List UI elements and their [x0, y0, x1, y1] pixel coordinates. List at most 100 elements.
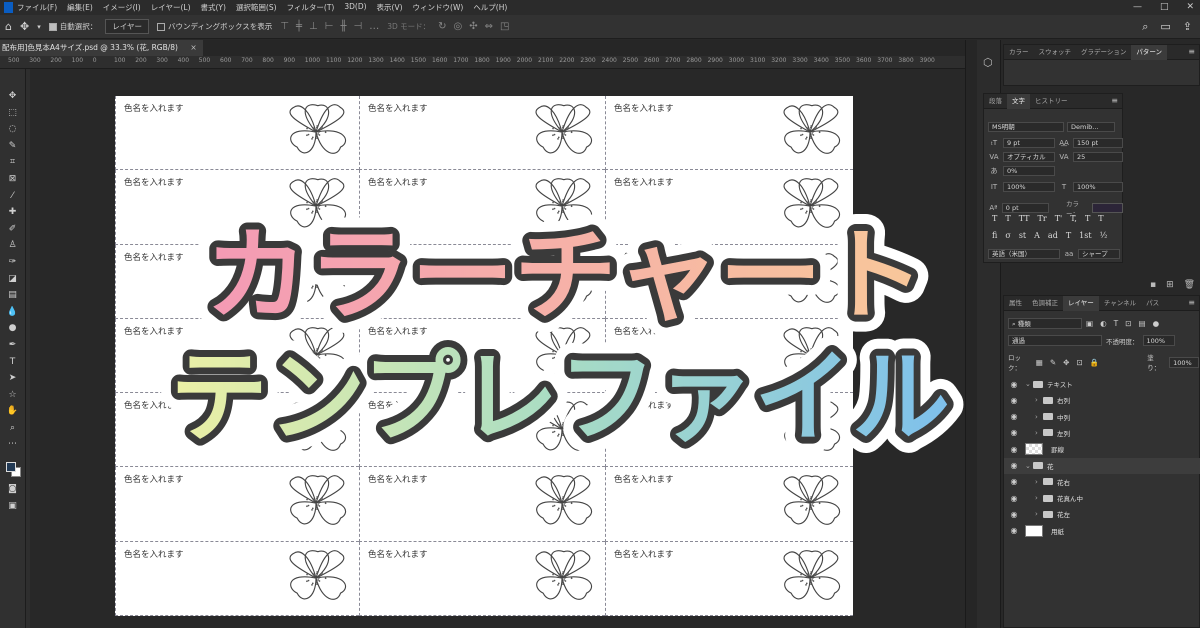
- color-card[interactable]: 色名を入れます: [359, 393, 605, 468]
- chevron-down-icon[interactable]: ▾: [37, 23, 41, 31]
- gradient-tool-icon[interactable]: ▤: [4, 288, 22, 303]
- menu-item[interactable]: レイヤー(L): [151, 2, 191, 13]
- panel-tab[interactable]: パス: [1141, 296, 1164, 311]
- workspace-icon[interactable]: ▭: [1160, 20, 1170, 34]
- screen-mode-icon[interactable]: ▣: [4, 499, 22, 514]
- opentype-button[interactable]: T: [1066, 231, 1071, 240]
- opentype-button[interactable]: 1st: [1079, 231, 1091, 240]
- document-canvas[interactable]: 色名を入れます 色名を入れます 色名を入れます 色名を入れます 色名を入れます 色名を入れ…: [115, 96, 853, 616]
- delete-layer-icon[interactable]: 🗑: [1184, 280, 1195, 290]
- lock-transparent-icon[interactable]: ▦: [1036, 358, 1043, 367]
- quick-select-tool-icon[interactable]: ✎: [4, 139, 22, 154]
- filter-type-icon[interactable]: T: [1114, 319, 1119, 328]
- panel-tab[interactable]: レイヤー: [1063, 295, 1099, 311]
- search-icon[interactable]: ⌕: [1142, 20, 1148, 34]
- color-card[interactable]: 色名を入れます: [605, 170, 853, 245]
- chevron-down-icon[interactable]: ⌄: [1025, 380, 1033, 388]
- eye-icon[interactable]: ◉: [1007, 526, 1021, 535]
- color-card[interactable]: 色名を入れます: [359, 170, 605, 245]
- text-color-swatch[interactable]: [1092, 203, 1123, 213]
- color-card[interactable]: 色名を入れます: [115, 467, 359, 542]
- layer-row[interactable]: ◉ › 花右: [1004, 474, 1200, 490]
- brush-tool-icon[interactable]: ✐: [4, 222, 22, 237]
- opentype-button[interactable]: fi: [992, 231, 997, 240]
- chevron-down-icon[interactable]: ⌄: [1025, 462, 1033, 470]
- filter-adjustment-icon[interactable]: ◐: [1100, 319, 1107, 328]
- menu-item[interactable]: フィルター(T): [287, 2, 335, 13]
- color-card[interactable]: 色名を入れます: [605, 96, 853, 171]
- panel-tab[interactable]: ヒストリー: [1030, 94, 1073, 109]
- close-window-button[interactable]: ✕: [1186, 2, 1194, 12]
- font-style-button[interactable]: T: [992, 214, 997, 223]
- color-card[interactable]: 色名を入れます: [115, 96, 359, 171]
- baseline-field[interactable]: 0 pt: [1001, 203, 1050, 213]
- 3d-slide-icon[interactable]: ⇔: [485, 21, 493, 32]
- panel-tab[interactable]: 段落: [984, 94, 1007, 109]
- panel-tab[interactable]: 属性: [1004, 296, 1027, 311]
- layer-row[interactable]: ◉ 用紙: [1004, 523, 1200, 539]
- panel-tab[interactable]: グラデーション: [1076, 45, 1131, 60]
- filter-shape-icon[interactable]: ⊡: [1125, 319, 1131, 328]
- photoshop-logo-icon[interactable]: [4, 2, 13, 13]
- horizontal-scale-field[interactable]: 100%: [1073, 182, 1123, 192]
- align-right-icon[interactable]: ⊣: [353, 21, 362, 32]
- layer-filter-select[interactable]: ⌕ 種類: [1008, 318, 1082, 329]
- layer-row[interactable]: ◉ › 左列: [1004, 425, 1200, 441]
- maximize-button[interactable]: □: [1160, 2, 1169, 12]
- chevron-right-icon[interactable]: ›: [1035, 510, 1043, 518]
- eye-icon[interactable]: ◉: [1007, 445, 1021, 454]
- lock-position-icon[interactable]: ✥: [1063, 358, 1069, 367]
- font-style-select[interactable]: Demib...: [1067, 122, 1115, 132]
- filter-toggle-icon[interactable]: ●: [1153, 319, 1160, 328]
- home-icon[interactable]: ⌂: [5, 20, 12, 33]
- color-card[interactable]: 色名を入れます: [605, 244, 853, 319]
- chevron-right-icon[interactable]: ›: [1035, 494, 1043, 502]
- new-group-icon[interactable]: ▪: [1150, 280, 1156, 290]
- language-select[interactable]: 英語（米国）: [988, 249, 1060, 259]
- more-icon[interactable]: …: [369, 21, 379, 32]
- eye-icon[interactable]: ◉: [1007, 380, 1021, 389]
- font-style-button[interactable]: T: [1085, 214, 1090, 223]
- menu-item[interactable]: 選択範囲(S): [236, 2, 277, 13]
- document-tab[interactable]: 配布用]色見本A4サイズ.psd @ 33.3% (花, RGB/8) ×: [0, 40, 203, 56]
- tracking-field[interactable]: 25: [1073, 152, 1123, 162]
- panel-tab[interactable]: 文字: [1007, 93, 1030, 109]
- font-style-button[interactable]: T: [1098, 214, 1103, 223]
- menu-item[interactable]: ヘルプ(H): [473, 2, 507, 13]
- font-style-button[interactable]: TT: [1019, 214, 1030, 223]
- pen-tool-icon[interactable]: ✒: [4, 338, 22, 353]
- marquee-tool-icon[interactable]: ⬚: [4, 106, 22, 121]
- font-family-select[interactable]: MS明朝: [988, 122, 1064, 132]
- quick-mask-icon[interactable]: ◙: [4, 482, 22, 497]
- color-card[interactable]: 色名を入れます: [115, 318, 359, 394]
- layer-row[interactable]: ◉ ⌄ テキスト: [1004, 376, 1200, 392]
- panel-menu-icon[interactable]: ≡: [1188, 298, 1195, 307]
- opentype-button[interactable]: A: [1034, 231, 1040, 240]
- layer-row[interactable]: ◉ › 右列: [1004, 392, 1200, 408]
- filter-smart-icon[interactable]: ▤: [1139, 319, 1146, 328]
- vertical-scale-field[interactable]: 100%: [1003, 182, 1055, 192]
- align-left-icon[interactable]: ⊢: [325, 21, 334, 32]
- canvas-area[interactable]: 色名を入れます 色名を入れます 色名を入れます 色名を入れます 色名を入れます 色名を入れ…: [30, 70, 965, 628]
- color-card[interactable]: 色名を入れます: [359, 318, 605, 394]
- kerning-field[interactable]: オプティカル: [1003, 152, 1055, 162]
- close-tab-icon[interactable]: ×: [190, 43, 196, 52]
- 3d-scale-icon[interactable]: ◳: [500, 21, 509, 32]
- font-style-button[interactable]: T': [1055, 214, 1063, 223]
- menu-item[interactable]: 書式(Y): [201, 2, 226, 13]
- antialias-select[interactable]: シャープ: [1078, 249, 1120, 259]
- horizontal-ruler[interactable]: 500 300 200 100 0 100 200 300 400 500 600 700 800 900…: [0, 56, 965, 69]
- eye-icon[interactable]: ◉: [1007, 461, 1021, 470]
- color-card[interactable]: 色名を入れます: [605, 318, 853, 394]
- panel-menu-icon[interactable]: ≡: [1111, 96, 1118, 105]
- opentype-button[interactable]: σ: [1005, 231, 1010, 240]
- type-tool-icon[interactable]: T: [4, 355, 22, 370]
- color-swatches[interactable]: [4, 460, 22, 480]
- filter-pixel-icon[interactable]: ▣: [1086, 319, 1093, 328]
- lock-all-icon[interactable]: 🔒: [1090, 358, 1099, 367]
- auto-select-target-dropdown[interactable]: レイヤー: [105, 19, 149, 34]
- panel-tab[interactable]: パターン: [1131, 44, 1168, 60]
- panel-tab[interactable]: 色調補正: [1027, 296, 1063, 311]
- 3d-pan-icon[interactable]: ✣: [469, 21, 477, 32]
- menu-item[interactable]: イメージ(I): [103, 2, 141, 13]
